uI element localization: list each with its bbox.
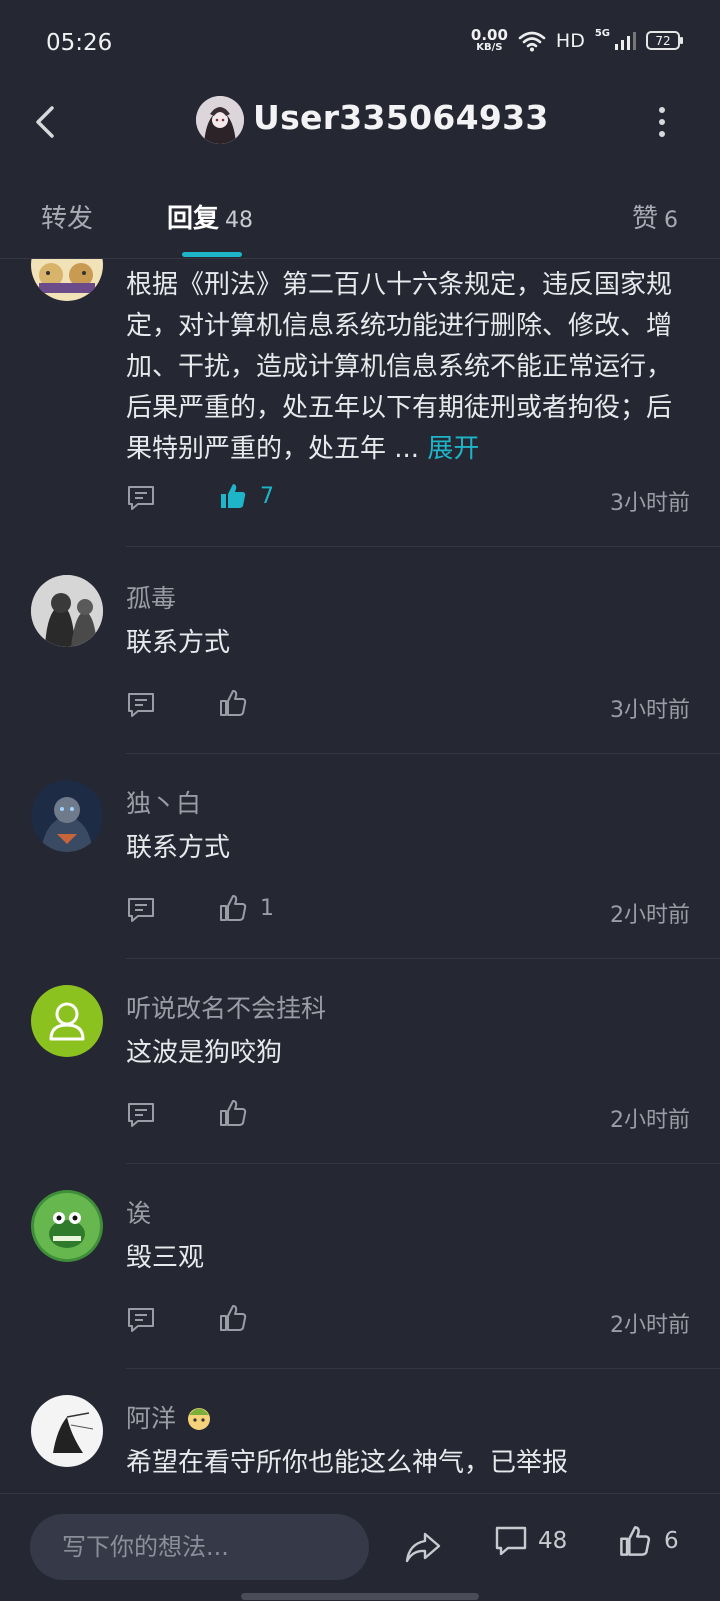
home-indicator[interactable] xyxy=(241,1593,479,1600)
like-count: 7 xyxy=(260,483,274,509)
badge-icon xyxy=(188,1408,211,1430)
comment-actions: 3小时前 xyxy=(126,686,690,726)
comment-actions: 1 2小时前 xyxy=(126,891,690,931)
reply-icon[interactable] xyxy=(126,483,156,513)
default-user-icon xyxy=(49,1002,85,1041)
back-arrow-icon[interactable] xyxy=(28,100,68,144)
more-options-icon[interactable] xyxy=(654,104,670,140)
status-bar: 05:26 0.00 KB/S HD 5G 72 xyxy=(0,0,720,86)
commenter-name[interactable]: 阿洋 xyxy=(126,1399,176,1435)
comment-actions: 2小时前 xyxy=(126,1301,690,1341)
signal-icon xyxy=(615,31,636,50)
thumbs-up-icon xyxy=(220,1305,247,1331)
net-speed: 0.00 KB/S xyxy=(471,28,508,53)
comment-time: 2小时前 xyxy=(610,1313,690,1338)
reply-icon[interactable] xyxy=(126,690,156,720)
commenter-avatar[interactable] xyxy=(31,575,103,647)
commenter-name[interactable]: 孤毒 xyxy=(126,579,176,615)
wifi-icon xyxy=(518,31,546,51)
comment-time: 3小时前 xyxy=(610,491,690,516)
page-title: User335064933 xyxy=(253,98,549,137)
reply-icon[interactable] xyxy=(126,895,156,925)
tab-count: 48 xyxy=(225,208,254,233)
tab-reposts[interactable]: 转发 xyxy=(41,198,93,235)
bottom-action-bar: 写下你的想法... 48 6 xyxy=(0,1493,720,1601)
comment-input[interactable]: 写下你的想法... xyxy=(30,1514,369,1580)
battery-level: 72 xyxy=(655,33,671,48)
divider xyxy=(126,1368,720,1369)
commenter-name[interactable]: 诶 xyxy=(126,1194,151,1230)
like-button[interactable] xyxy=(218,1098,260,1128)
divider xyxy=(126,546,720,547)
comment-body: 毁三观 xyxy=(126,1243,205,1273)
reply-icon[interactable] xyxy=(126,1100,156,1130)
comment-icon xyxy=(495,1526,527,1556)
like-count-button[interactable]: 6 xyxy=(618,1524,679,1558)
like-count: 6 xyxy=(664,1528,679,1554)
clock: 05:26 xyxy=(46,30,113,56)
commenter-avatar[interactable] xyxy=(31,259,103,301)
comment-list[interactable]: 根据《刑法》第二百八十六条规定，违反国家规定，对计算机信息系统功能进行删除、修改… xyxy=(0,259,720,1493)
divider xyxy=(126,1163,720,1164)
comment-body: 根据《刑法》第二百八十六条规定，违反国家规定，对计算机信息系统功能进行删除、修改… xyxy=(126,270,673,464)
comment-time: 2小时前 xyxy=(610,1108,690,1133)
thumbs-up-icon xyxy=(220,895,247,921)
comment-text: 根据《刑法》第二百八十六条规定，违反国家规定，对计算机信息系统功能进行删除、修改… xyxy=(126,265,696,470)
thumbs-up-filled-icon xyxy=(221,484,246,508)
divider xyxy=(126,958,720,959)
commenter-name[interactable]: 听说改名不会挂科 xyxy=(126,989,326,1025)
tab-count: 6 xyxy=(664,208,679,233)
comment-body: 联系方式 xyxy=(126,833,231,863)
comment-time: 3小时前 xyxy=(610,698,690,723)
tab-label: 赞 xyxy=(632,204,659,234)
tab-likes[interactable]: 赞6 xyxy=(632,198,678,235)
like-count: 1 xyxy=(260,895,274,921)
active-tab-indicator xyxy=(182,252,242,257)
share-icon[interactable] xyxy=(404,1530,442,1566)
net-speed-unit: KB/S xyxy=(476,42,503,53)
battery-icon: 72 xyxy=(646,31,683,50)
top-bar: User335064933 xyxy=(0,86,720,158)
header-avatar[interactable] xyxy=(196,96,244,144)
tab-label: 回复 xyxy=(167,204,220,234)
comment-body: 这波是狗咬狗 xyxy=(126,1038,283,1068)
reply-count-button[interactable]: 48 xyxy=(494,1524,567,1558)
like-button[interactable] xyxy=(218,1303,260,1333)
comment-actions: 2小时前 xyxy=(126,1096,690,1136)
hd-indicator: HD xyxy=(555,29,585,52)
commenter-avatar[interactable] xyxy=(31,1395,103,1467)
thumbs-up-icon xyxy=(220,690,247,716)
like-button[interactable]: 7 xyxy=(218,481,274,511)
comment-actions: 7 3小时前 xyxy=(126,479,690,519)
tab-replies[interactable]: 回复 48 xyxy=(167,198,253,235)
commenter-avatar[interactable] xyxy=(31,1190,103,1262)
comment-time: 2小时前 xyxy=(610,903,690,928)
commenter-name-row: 阿洋 xyxy=(126,1399,214,1435)
thumbs-up-icon xyxy=(220,1100,247,1126)
network-type: 5G xyxy=(594,28,610,39)
comment-body: 希望在看守所你也能这么神气，已举报 xyxy=(126,1448,569,1478)
like-button[interactable]: 1 xyxy=(218,893,274,923)
reply-count: 48 xyxy=(538,1528,568,1554)
status-icons: 0.00 KB/S HD 5G 72 xyxy=(471,28,683,53)
expand-link[interactable]: 展开 xyxy=(427,434,479,464)
commenter-avatar[interactable] xyxy=(31,780,103,852)
reply-icon[interactable] xyxy=(126,1305,156,1335)
tab-label: 转发 xyxy=(41,204,94,234)
commenter-name[interactable]: 独丶白 xyxy=(126,784,201,820)
comment-body: 联系方式 xyxy=(126,628,231,658)
thumbs-up-icon xyxy=(620,1526,651,1556)
commenter-avatar[interactable] xyxy=(31,985,103,1057)
like-button[interactable] xyxy=(218,688,260,718)
net-speed-value: 0.00 xyxy=(470,26,508,44)
tab-bar: 转发 回复 48 赞6 xyxy=(0,188,720,259)
divider xyxy=(126,753,720,754)
